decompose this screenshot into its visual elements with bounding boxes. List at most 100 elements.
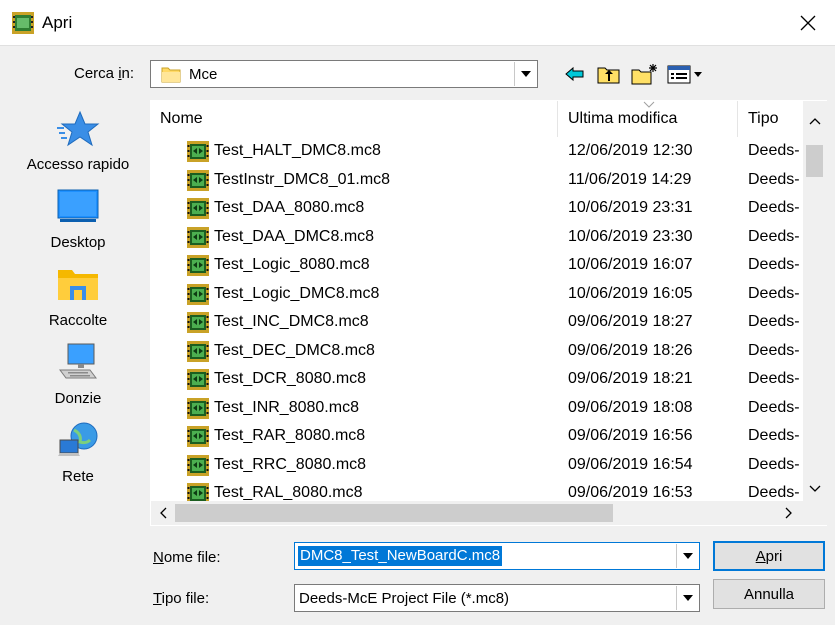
filename-combo[interactable]: DMC8_Test_NewBoardC.mc8 [294,542,700,570]
filetype-combo[interactable]: Deeds-McE Project File (*.mc8) [294,584,700,612]
file-row[interactable]: Test_RAL_8080.mc8 09/06/2019 16:53 Deeds- [151,479,803,501]
scroll-down-button[interactable] [803,477,827,501]
file-modified: 10/06/2019 16:05 [568,284,693,302]
file-name: Test_INR_8080.mc8 [214,398,359,416]
file-row[interactable]: Test_INR_8080.mc8 09/06/2019 18:08 Deeds- [151,394,803,423]
place-label: Raccolte [48,312,108,329]
place-libraries[interactable]: Raccolte [10,256,146,334]
up-folder-button[interactable] [596,60,622,88]
file-modified: 09/06/2019 18:21 [568,370,693,387]
file-type: Deeds- [748,170,800,188]
filename-label-post: ome file: [163,549,221,566]
desktop-icon [57,189,99,222]
open-button-key: A [755,547,766,565]
lookin-label: Cerca in: [74,65,134,82]
close-icon [800,15,816,31]
filename-dropdown-arrow[interactable] [676,544,698,568]
file-name: Test_DAA_8080.mc8 [214,199,365,216]
file-name: Test_INC_DMC8.mc8 [214,313,369,330]
cancel-button[interactable]: Annulla [713,579,825,609]
mc8-file-icon [187,483,209,501]
place-network[interactable]: Rete [10,412,146,490]
file-name: Test_Logic_8080.mc8 [214,256,370,273]
scrollbar-corner [803,501,827,525]
close-button[interactable] [788,6,828,40]
place-computer[interactable]: Donzie [10,334,146,412]
up-folder-icon [597,67,620,84]
file-row[interactable]: Test_DEC_DMC8.mc8 09/06/2019 18:26 Deeds- [151,337,803,366]
file-row[interactable]: Test_DCR_8080.mc8 09/06/2019 18:21 Deeds- [151,365,803,394]
mc8-file-icon [187,340,209,362]
file-type: Deeds- [748,427,800,444]
filetype-value: Deeds-McE Project File (*.mc8) [299,590,510,607]
mc8-file-icon [187,369,209,390]
filename-label: Nome file: [153,549,221,566]
file-row[interactable]: Test_HALT_DMC8.mc8 12/06/2019 12:30 Deeds- [151,137,803,166]
lookin-dropdown-arrow[interactable] [514,62,536,86]
file-name: Test_Logic_DMC8.mc8 [214,284,380,302]
mc8-file-icon [187,283,209,305]
filename-input[interactable]: DMC8_Test_NewBoardC.mc8 [298,546,503,566]
file-type: Deeds- [748,455,800,473]
scroll-right-button[interactable] [777,501,801,525]
view-menu-button[interactable] [666,60,706,88]
file-name: Test_HALT_DMC8.mc8 [214,142,381,159]
open-button[interactable]: Apri [713,541,825,571]
file-type: Deeds- [748,398,800,416]
back-arrow-icon [565,66,584,82]
chevron-left-icon [160,507,167,519]
filetype-dropdown-arrow[interactable] [676,586,698,610]
network-icon [58,422,98,456]
lookin-value: Mce [189,66,218,83]
column-header-type[interactable]: Tipo [738,101,803,137]
filename-label-key: N [153,549,164,566]
horizontal-scroll-thumb[interactable] [175,504,613,522]
file-type: Deeds- [748,256,800,273]
lookin-combo[interactable]: Mce [150,60,538,88]
star-icon [57,110,100,147]
vertical-scrollbar[interactable] [803,101,827,501]
file-type: Deeds- [748,199,800,216]
file-type: Deeds- [748,284,800,302]
place-label: Rete [62,468,94,485]
column-header-name-label: Nome [160,110,203,127]
file-row[interactable]: Test_DAA_DMC8.mc8 10/06/2019 23:30 Deeds- [151,223,803,252]
file-row[interactable]: Test_Logic_DMC8.mc8 10/06/2019 16:05 Deeds… [151,280,803,309]
file-row[interactable]: Test_DAA_8080.mc8 10/06/2019 23:31 Deeds- [151,194,803,223]
place-desktop[interactable]: Desktop [10,178,146,256]
file-row[interactable]: Test_RRC_8080.mc8 09/06/2019 16:54 Deeds- [151,451,803,480]
scroll-up-button[interactable] [803,109,827,133]
horizontal-scrollbar[interactable] [151,501,803,525]
lookin-label-post: n: [121,65,135,82]
file-modified: 10/06/2019 23:31 [568,199,693,216]
file-list[interactable]: Nome Ultima modifica Tipo Test_HALT_DMC8… [150,100,827,526]
scroll-left-button[interactable] [151,501,175,525]
column-header-name[interactable]: Nome [151,101,557,137]
mc8-file-icon [187,397,209,419]
chevron-down-icon [809,485,821,492]
column-header-type-label: Tipo [748,110,779,127]
vertical-scroll-thumb[interactable] [806,145,823,177]
mc8-file-icon [187,141,209,162]
place-label: Accesso rapido [26,156,130,173]
file-row[interactable]: Test_Logic_8080.mc8 10/06/2019 16:07 Deeds… [151,251,803,280]
chevron-right-icon [785,507,792,519]
file-row[interactable]: Test_INC_DMC8.mc8 09/06/2019 18:27 Deeds- [151,308,803,337]
computer-icon [59,343,97,379]
place-quick-access[interactable]: Accesso rapido [10,100,146,178]
file-rows: Test_HALT_DMC8.mc8 12/06/2019 12:30 Deeds-… [151,137,803,501]
file-row[interactable]: TestInstr_DMC8_01.mc8 11/06/2019 14:29 Dee… [151,166,803,195]
file-modified: 09/06/2019 18:27 [568,313,693,330]
file-type: Deeds- [748,227,800,245]
file-row[interactable]: Test_RAR_8080.mc8 09/06/2019 16:56 Deeds- [151,422,803,451]
file-modified: 11/06/2019 14:29 [568,170,692,188]
new-folder-button[interactable] [630,60,660,88]
file-modified: 12/06/2019 12:30 [568,142,693,159]
back-button[interactable] [564,60,586,88]
file-type: Deeds- [748,313,800,330]
file-name: Test_RAR_8080.mc8 [214,427,366,444]
places-bar: Accesso rapido Desktop Raccolte Donzie R… [10,100,146,502]
file-type: Deeds- [748,341,800,359]
file-name: Test_DEC_DMC8.mc8 [214,341,375,359]
file-modified: 10/06/2019 23:30 [568,227,693,245]
